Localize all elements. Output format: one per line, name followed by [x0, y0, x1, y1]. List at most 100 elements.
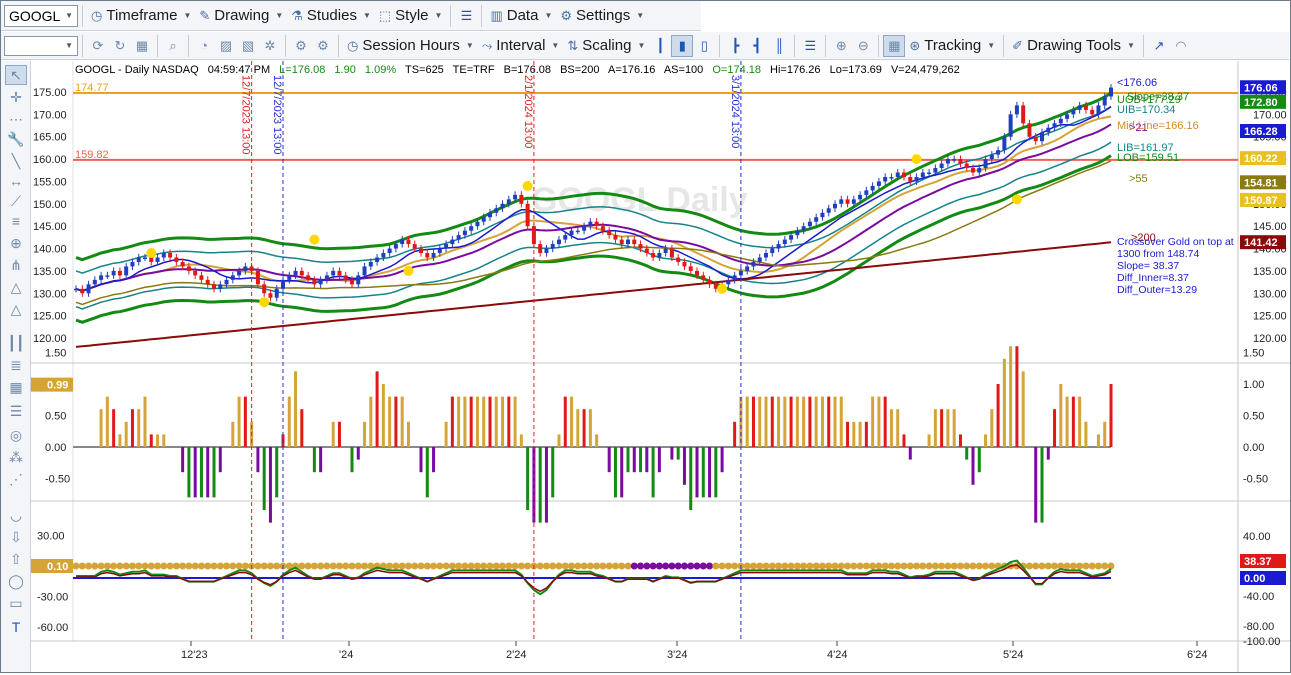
candle-body — [74, 288, 78, 291]
timeframe-menu[interactable]: ◷ Timeframe ▼ — [87, 4, 195, 28]
crosshair-icon[interactable]: ✛ — [5, 87, 27, 107]
arc-icon[interactable]: ◡ — [5, 505, 27, 525]
zoom-data-icon[interactable]: ⌕ — [162, 35, 184, 57]
pitchfork-icon[interactable]: ⋔ — [5, 255, 27, 275]
interval-menu[interactable]: ⤳ Interval ▼ — [478, 34, 564, 58]
state-dot — [693, 562, 701, 570]
studies-menu[interactable]: ⚗ Studies ▼ — [287, 4, 375, 28]
header-change-pct: 1.09% — [365, 64, 396, 76]
grid-tool-icon[interactable]: ▦ — [5, 377, 27, 397]
state-dot — [110, 562, 118, 570]
chart-canvas[interactable]: GOOGL Daily 175.00170.00165.00160.00155.… — [31, 61, 1290, 672]
horizontal-line-label: 159.82 — [75, 149, 109, 161]
line-tool-icon[interactable]: ╲ — [5, 151, 27, 171]
ray-tool-icon[interactable]: ↔ — [5, 171, 27, 191]
chart-area[interactable]: GOOGL Daily 175.00170.00165.00160.00155.… — [31, 61, 1290, 672]
candle-body — [475, 221, 480, 227]
candle-body — [199, 275, 204, 280]
time-tick-label: 12'23 — [181, 649, 208, 661]
gears-icon[interactable]: ⚙ — [290, 35, 312, 57]
gear-icon: ⚙ — [560, 7, 573, 23]
parallel-tool-icon[interactable]: ≡ — [5, 211, 27, 231]
candle-body — [626, 239, 630, 245]
osc-tick-left: 1.50 — [45, 348, 66, 360]
image-icon[interactable]: ▨ — [215, 35, 237, 57]
fib-icon[interactable]: ≣ — [5, 355, 27, 375]
scaling-menu[interactable]: ⇅ Scaling ▼ — [563, 34, 649, 58]
candle-body — [243, 266, 248, 271]
candle-body — [1102, 96, 1107, 106]
state-dot — [128, 562, 136, 570]
candle-body — [237, 270, 242, 276]
layout-icon[interactable]: ☰ — [799, 35, 821, 57]
state-dot — [963, 562, 971, 570]
candle-body — [224, 279, 229, 285]
divider — [157, 34, 158, 57]
wrench-icon[interactable]: 🔧 — [5, 129, 27, 149]
star-icon[interactable]: ✲ — [259, 35, 281, 57]
state-dot — [837, 562, 845, 570]
symbol-selector[interactable]: GOOGL ▼ — [4, 4, 78, 27]
speedometer-icon[interactable]: ◔ — [193, 35, 215, 57]
interval-icon: ⤳ — [481, 37, 493, 53]
candlestick-icon[interactable]: ▮ — [671, 34, 694, 57]
settings-box-icon[interactable]: ⚙ — [312, 35, 334, 57]
chart-settings-icon[interactable]: ◠ — [1170, 35, 1192, 57]
candle-body — [513, 194, 518, 200]
arrow-down-icon[interactable]: ⇩ — [5, 527, 27, 547]
state-dot — [862, 562, 870, 570]
rectangle-icon[interactable]: ▭ — [5, 593, 27, 613]
drawing-tools-menu[interactable]: ✐ Drawing Tools ▼ — [1008, 34, 1139, 58]
table-icon[interactable]: ▦ — [883, 34, 906, 57]
state-dot — [266, 562, 274, 570]
state-dot — [787, 562, 795, 570]
interval-input[interactable]: ▼ — [4, 35, 78, 56]
circles-icon[interactable]: ◎ — [5, 425, 27, 445]
drawing-menu[interactable]: ✎ Drawing ▼ — [195, 4, 287, 28]
state-dot — [480, 562, 488, 570]
ohlc-icon[interactable]: ┣ — [724, 35, 746, 57]
hlc-icon[interactable]: ┫ — [746, 35, 768, 57]
hollow-candle-icon[interactable]: ▯ — [693, 35, 715, 57]
session-hours-menu[interactable]: ◷ Session Hours ▼ — [343, 34, 478, 58]
arrow-up-icon[interactable]: ⇧ — [5, 549, 27, 569]
state-dot — [154, 562, 162, 570]
candle-body — [983, 159, 988, 169]
trend-icon[interactable]: ↗ — [1148, 35, 1170, 57]
bars-icon[interactable]: ┃┃ — [5, 333, 27, 353]
candle-body — [80, 288, 85, 294]
line-chart-icon[interactable]: ║ — [768, 35, 790, 57]
state-dot — [894, 562, 902, 570]
triangle-icon[interactable]: △ — [5, 277, 27, 297]
osc-tick-right: 1.50 — [1243, 348, 1264, 360]
data-menu[interactable]: ▥ Data ▼ — [486, 4, 556, 28]
bar-chart-icon[interactable]: ┃ — [649, 35, 671, 57]
hlines-icon[interactable]: ☰ — [5, 401, 27, 421]
state-dot — [680, 562, 688, 570]
cursor-icon[interactable]: ↖ — [5, 65, 27, 85]
gann-icon[interactable]: ⊕ — [5, 233, 27, 253]
ellipse-icon[interactable]: ◯ — [5, 571, 27, 591]
link-icon[interactable]: ☰ — [455, 5, 477, 27]
state-dot — [486, 562, 494, 570]
ruler-icon[interactable]: ⋯ — [5, 109, 27, 129]
header-time: 04:59:47 PM — [208, 64, 270, 76]
tracking-menu[interactable]: ⊛ Tracking ▼ — [905, 34, 999, 58]
candle-body — [594, 221, 599, 227]
zoom-out-icon[interactable]: ⊖ — [852, 35, 874, 57]
text-tool-icon[interactable]: T — [5, 617, 27, 637]
vertical-line-label: 3/1/2024 13:00 — [729, 75, 741, 148]
reload-icon[interactable]: ↻ — [109, 35, 131, 57]
dots-icon[interactable]: ⁂ — [5, 447, 27, 467]
image-edit-icon[interactable]: ▧ — [237, 35, 259, 57]
settings-menu[interactable]: ⚙ Settings ▼ — [556, 4, 648, 28]
channel-tool-icon[interactable]: ⟋ — [5, 191, 27, 211]
chevron-down-icon: ▼ — [183, 11, 192, 20]
state-dot — [580, 562, 588, 570]
elliott-icon[interactable]: ⋰ — [5, 469, 27, 489]
triangle-outline-icon[interactable]: △ — [5, 299, 27, 319]
refresh-icon[interactable]: ⟳ — [87, 35, 109, 57]
zoom-in-icon[interactable]: ⊕ — [830, 35, 852, 57]
style-menu[interactable]: ⬚ Style ▼ — [375, 4, 447, 28]
grid-icon[interactable]: ▦ — [131, 35, 153, 57]
